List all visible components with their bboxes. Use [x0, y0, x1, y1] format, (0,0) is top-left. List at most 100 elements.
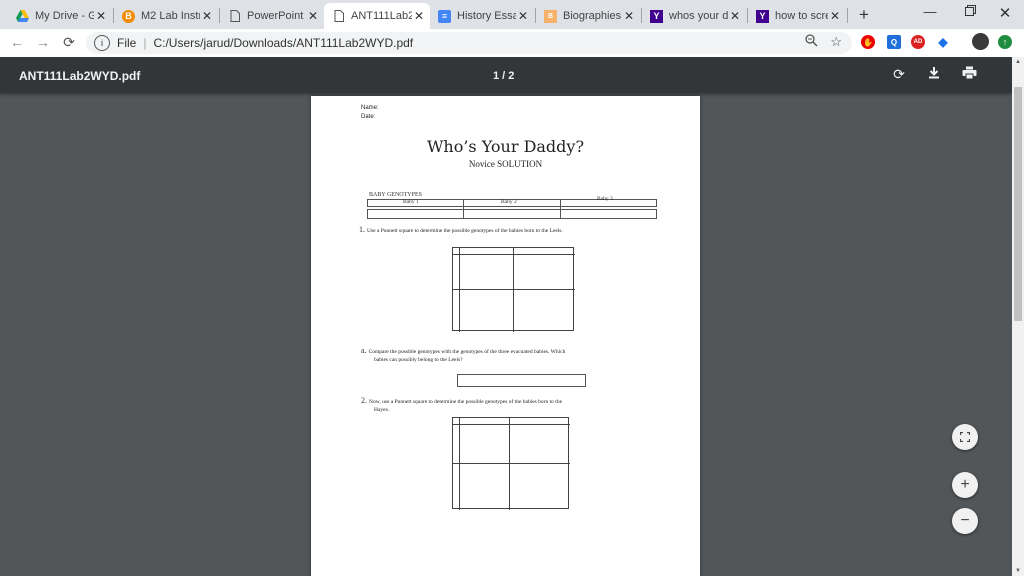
yahoo-icon: Y [650, 9, 663, 23]
table-divider [560, 199, 561, 219]
document-title: Who’s Your Daddy? [426, 137, 585, 156]
answer-box [457, 374, 586, 387]
blackboard-icon: B [122, 9, 135, 23]
question-text: Compare the possible genotypes with the … [368, 349, 566, 355]
pdf-filename: ANT111Lab2WYD.pdf [19, 69, 141, 83]
close-icon[interactable]: ✕ [306, 9, 320, 23]
tab-m2-lab[interactable]: B M2 Lab Instr ✕ [114, 3, 218, 29]
question-text: babies can possibly belong to the Leels? [374, 357, 463, 363]
tab-whos-your-daddy-search[interactable]: Y whos your d ✕ [642, 3, 746, 29]
grid-line [459, 248, 460, 332]
restore-icon[interactable] [960, 4, 980, 19]
close-icon[interactable]: ✕ [94, 9, 108, 23]
close-icon[interactable]: ✕ [412, 9, 426, 23]
close-icon[interactable]: ✕ [622, 9, 636, 23]
tab-title: My Drive - G [35, 10, 94, 22]
close-icon[interactable]: ✕ [516, 9, 530, 23]
tab-how-to-screenshot[interactable]: Y how to scree ✕ [748, 3, 846, 29]
bookmark-star-icon[interactable]: ☆ [830, 34, 842, 50]
punnett-square-2 [452, 417, 570, 510]
download-icon[interactable] [925, 66, 943, 82]
plus-icon: + [960, 476, 970, 493]
url-divider: | [143, 36, 147, 50]
table-answer-row [367, 209, 657, 219]
grid-line [459, 418, 460, 510]
tab-powerpoint[interactable]: PowerPoint P ✕ [220, 3, 324, 29]
question-text: Hayes. [374, 407, 390, 413]
question-2: 2. Now, use a Punnett square to determine… [361, 397, 562, 414]
tab-title: whos your d [669, 10, 728, 22]
document-subtitle: Novice SOLUTION [468, 159, 543, 169]
forward-arrow-icon[interactable]: → [34, 34, 52, 50]
zoom-in-button[interactable]: + [952, 472, 978, 498]
document-icon [228, 10, 241, 23]
baby-1-header: Baby 1 [403, 199, 419, 205]
diamond-extension-icon[interactable]: ◆ [936, 35, 950, 49]
pdf-page-indicator: 1 / 2 [493, 70, 515, 82]
close-icon[interactable]: ✕ [728, 9, 742, 23]
browser-toolbar: ← → ⟳ i File | C:/Users/jarud/Downloads/… [0, 29, 1024, 58]
new-tab-button[interactable]: + [855, 5, 873, 25]
question-number: a. [361, 346, 367, 355]
grid-line [453, 424, 570, 425]
info-icon[interactable]: i [94, 35, 110, 51]
tab-biographies[interactable]: B Biographies ✕ [536, 3, 640, 29]
google-docs-icon: ≡ [438, 9, 451, 23]
google-drive-icon [16, 10, 29, 23]
fit-to-page-button[interactable] [952, 424, 978, 450]
tab-title: History Essa [457, 10, 516, 22]
question-1: 1. Use a Punnett square to determine the … [359, 225, 563, 234]
update-arrow-icon[interactable]: ↑ [998, 35, 1012, 49]
question-a: a. Compare the possible genotypes with th… [361, 347, 565, 364]
tab-title: how to scree [775, 10, 828, 22]
question-number: 1. [359, 225, 365, 234]
grid-line [453, 254, 575, 255]
baby-3-header: Baby 3 [597, 196, 613, 202]
document-icon [332, 10, 345, 23]
grid-line [453, 289, 575, 290]
adblock-icon[interactable]: ✋ [861, 35, 875, 49]
vertical-scrollbar[interactable]: ▲ ▼ [1012, 57, 1024, 576]
grid-line [509, 418, 510, 510]
zoom-out-button[interactable]: − [952, 508, 978, 534]
question-text: Use a Punnett square to determine the po… [367, 228, 563, 234]
question-text: Now, use a Punnett square to determine t… [369, 399, 563, 405]
tab-title: PowerPoint P [247, 10, 306, 22]
tab-ant111-active[interactable]: ANT111Lab2 ✕ [324, 3, 430, 29]
biographies-icon: B [544, 9, 557, 23]
grid-line [453, 463, 570, 464]
scroll-up-arrow-icon[interactable]: ▲ [1014, 59, 1022, 65]
close-icon[interactable]: ✕ [200, 9, 214, 23]
reload-icon[interactable]: ⟳ [60, 34, 78, 51]
yahoo-icon: Y [756, 9, 769, 23]
search-extension-icon[interactable]: Q [887, 35, 901, 49]
address-bar[interactable]: i File | C:/Users/jarud/Downloads/ANT111… [86, 32, 852, 54]
baby-2-header: Baby 2 [501, 199, 517, 205]
scroll-down-arrow-icon[interactable]: ▼ [1014, 568, 1022, 574]
date-label: Date: [361, 114, 376, 120]
url-scheme: File [117, 36, 137, 50]
pdf-toolbar: ANT111Lab2WYD.pdf 1 / 2 ⟳ [0, 57, 1012, 93]
name-label: Name: [361, 105, 379, 111]
zoom-search-icon[interactable] [805, 34, 818, 50]
tab-title: ANT111Lab2 [351, 10, 412, 22]
rotate-icon[interactable]: ⟳ [890, 66, 908, 83]
grid-line [513, 248, 514, 332]
window-close-icon[interactable]: ✕ [995, 4, 1015, 22]
tab-strip: My Drive - G ✕ B M2 Lab Instr ✕ PowerPoi… [0, 0, 1024, 29]
adblock-plus-icon[interactable]: AD [911, 35, 925, 49]
tab-title: M2 Lab Instr [141, 10, 200, 22]
profile-avatar[interactable] [972, 33, 989, 50]
print-icon[interactable] [960, 66, 978, 82]
close-icon[interactable]: ✕ [828, 9, 842, 23]
fit-page-icon [960, 432, 970, 442]
tab-my-drive[interactable]: My Drive - G ✕ [8, 3, 112, 29]
pdf-page: Name: Date: Who’s Your Daddy? Novice SOL… [311, 96, 700, 576]
tab-title: Biographies [563, 10, 622, 22]
scrollbar-thumb[interactable] [1014, 87, 1022, 321]
minus-icon: − [960, 512, 970, 529]
minimize-icon[interactable]: — [920, 4, 940, 19]
tab-history-essay[interactable]: ≡ History Essa ✕ [430, 3, 534, 29]
back-arrow-icon[interactable]: ← [8, 34, 26, 50]
url-text: C:/Users/jarud/Downloads/ANT111Lab2WYD.p… [153, 36, 414, 50]
